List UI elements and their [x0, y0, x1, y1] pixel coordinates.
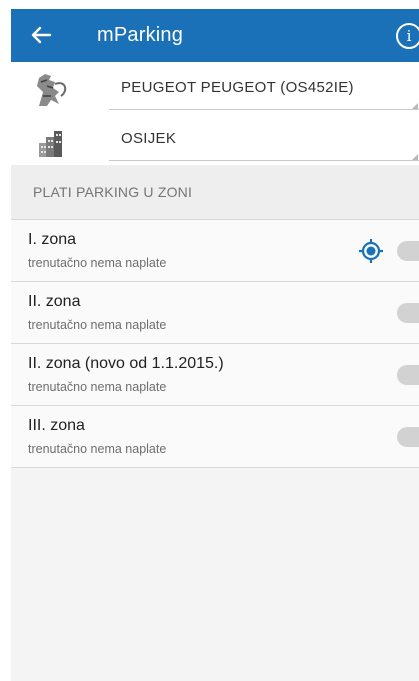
page-title: mParking	[97, 24, 184, 46]
zone-toggle[interactable]	[397, 241, 419, 261]
dropdown-indicator-icon	[412, 154, 418, 160]
zone-name: I. zona	[28, 231, 77, 248]
dropdown-indicator-icon	[412, 103, 418, 109]
zone-status: trenutačno nema naplate	[28, 318, 167, 332]
zone-toggle[interactable]	[397, 427, 419, 447]
current-location-icon	[359, 239, 383, 263]
dropdown-underline	[109, 109, 419, 110]
zone-item[interactable]: III. zona trenutačno nema naplate	[11, 406, 419, 468]
city-buildings-icon	[39, 131, 62, 157]
info-icon[interactable]: i	[396, 23, 419, 49]
back-arrow-icon[interactable]	[26, 20, 56, 50]
zone-status: trenutačno nema naplate	[28, 380, 167, 394]
app-bar: mParking i	[11, 9, 419, 62]
zone-item[interactable]: II. zona (novo od 1.1.2015.) trenutačno …	[11, 344, 419, 406]
vehicle-selector[interactable]: PEUGEOT PEUGEOT (OS452IE)	[11, 62, 419, 114]
city-selector[interactable]: OSIJEK	[11, 113, 419, 165]
section-header: PLATI PARKING U ZONI	[11, 165, 419, 220]
peugeot-lion-logo-icon	[37, 74, 67, 106]
zone-toggle[interactable]	[397, 365, 419, 385]
zone-item[interactable]: I. zona trenutačno nema naplate	[11, 220, 419, 282]
zone-toggle[interactable]	[397, 303, 419, 323]
vehicle-label: PEUGEOT PEUGEOT (OS452IE)	[121, 79, 354, 96]
zone-name: III. zona	[28, 417, 85, 434]
zone-status: trenutačno nema naplate	[28, 442, 167, 456]
city-label: OSIJEK	[121, 130, 177, 147]
zone-list: I. zona trenutačno nema naplate II. zona…	[11, 220, 419, 681]
zone-name: II. zona	[28, 293, 81, 310]
zone-item[interactable]: II. zona trenutačno nema naplate	[11, 282, 419, 344]
zone-status: trenutačno nema naplate	[28, 256, 167, 270]
dropdown-underline	[109, 160, 419, 161]
section-header-label: PLATI PARKING U ZONI	[33, 184, 193, 200]
zone-name: II. zona (novo od 1.1.2015.)	[28, 355, 224, 372]
